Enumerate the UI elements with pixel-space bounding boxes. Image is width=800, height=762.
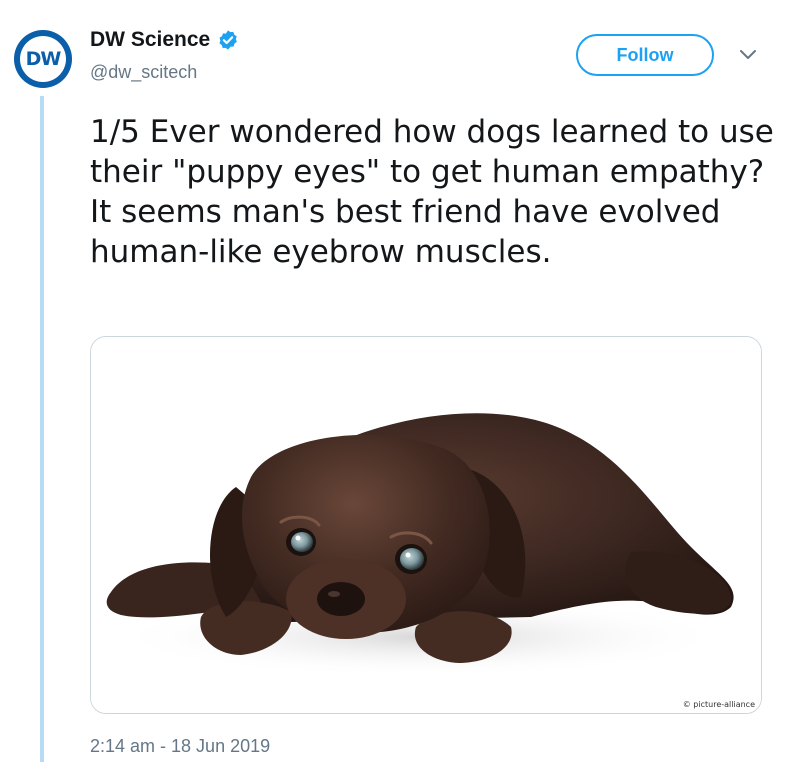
tweet: DW DW Science @dw_scitech Follow 1/5 Eve…	[0, 0, 800, 762]
avatar-logo: DW	[20, 36, 66, 82]
follow-button[interactable]: Follow	[576, 34, 714, 76]
timestamp[interactable]: 2:14 am - 18 Jun 2019	[90, 736, 270, 757]
avatar[interactable]: DW	[14, 30, 72, 88]
thread-line	[40, 96, 44, 762]
puppy-photo	[91, 337, 761, 713]
display-name[interactable]: DW Science	[90, 28, 239, 52]
photo-credit: © picture-alliance	[682, 700, 755, 709]
verified-badge-icon	[219, 30, 238, 50]
avatar-logo-text: DW	[25, 48, 62, 70]
chevron-down-icon[interactable]	[738, 48, 758, 62]
handle[interactable]: @dw_scitech	[90, 62, 197, 83]
tweet-text: 1/5 Ever wondered how dogs learned to us…	[90, 114, 774, 270]
display-name-text: DW Science	[90, 28, 211, 51]
tweet-media-photo[interactable]: © picture-alliance	[90, 336, 762, 714]
